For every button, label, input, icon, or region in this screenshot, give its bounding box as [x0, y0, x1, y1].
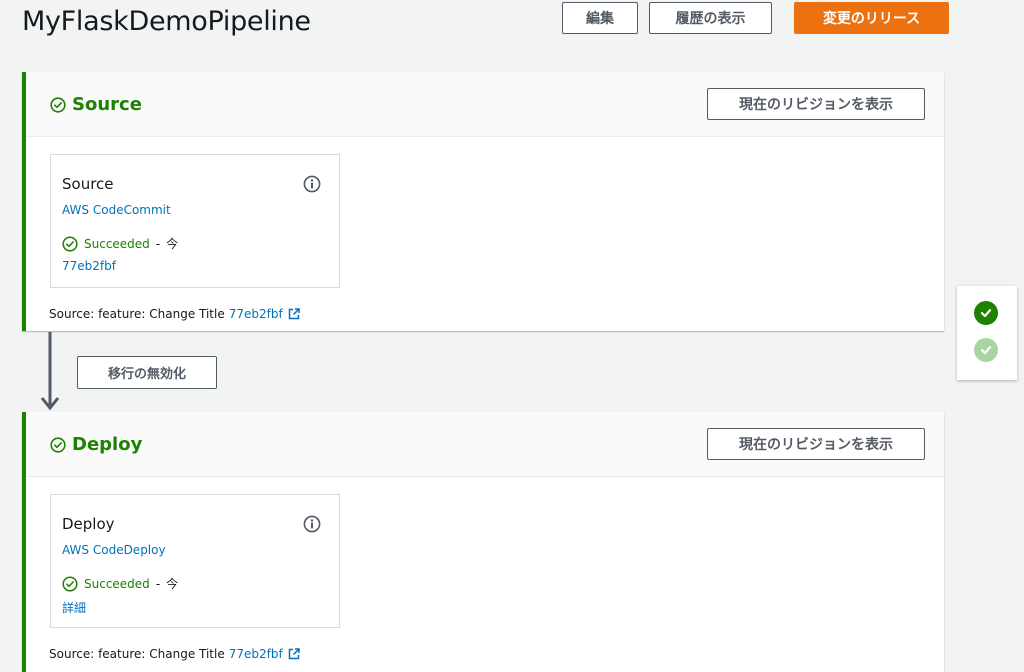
action-name: Deploy	[62, 515, 115, 533]
revision-link[interactable]: 77eb2fbf	[229, 647, 283, 661]
stage-name: Deploy	[72, 434, 143, 455]
view-history-button[interactable]: 履歴の表示	[649, 2, 772, 34]
stage-header: Source 現在のリビジョンを表示	[26, 72, 944, 137]
check-circle-icon	[50, 96, 66, 113]
info-icon[interactable]	[303, 175, 321, 193]
footer-text: Source: feature: Change Title	[49, 307, 225, 321]
stage-footer: Source: feature: Change Title 77eb2fbf	[49, 647, 301, 661]
stage-header: Deploy 現在のリビジョンを表示	[26, 412, 944, 477]
commit-id-link[interactable]: 77eb2fbf	[62, 259, 116, 273]
revision-link[interactable]: 77eb2fbf	[229, 307, 283, 321]
action-status: Succeeded - 今	[62, 575, 178, 592]
stage-source: Source 現在のリビジョンを表示 Source AWS CodeCommit…	[22, 72, 944, 331]
edit-button[interactable]: 編集	[562, 2, 638, 34]
action-card: Source AWS CodeCommit Succeeded - 今 77eb…	[50, 154, 340, 288]
footer-text: Source: feature: Change Title	[49, 647, 225, 661]
check-circle-icon	[62, 235, 78, 252]
stage-footer: Source: feature: Change Title 77eb2fbf	[49, 307, 301, 321]
check-filled-light-icon[interactable]	[974, 338, 998, 362]
check-circle-icon	[62, 575, 78, 592]
view-current-revision-button[interactable]: 現在のリビジョンを表示	[707, 428, 925, 460]
status-separator: -	[155, 576, 161, 591]
stage-status-overview	[957, 286, 1017, 380]
details-link[interactable]: 詳細	[62, 599, 86, 616]
provider-link[interactable]: AWS CodeDeploy	[62, 543, 166, 557]
page-title: MyFlaskDemoPipeline	[22, 6, 311, 37]
status-time: 今	[166, 577, 179, 591]
stage-deploy: Deploy 現在のリビジョンを表示 Deploy AWS CodeDeploy…	[22, 412, 944, 672]
external-link-icon[interactable]	[287, 647, 301, 661]
stage-name: Source	[72, 94, 142, 115]
action-status: Succeeded - 今	[62, 235, 178, 252]
check-filled-icon[interactable]	[974, 301, 998, 325]
status-text: Succeeded	[84, 236, 150, 251]
check-circle-icon	[50, 436, 66, 453]
action-card: Deploy AWS CodeDeploy Succeeded - 今 詳細	[50, 494, 340, 628]
release-change-button[interactable]: 変更のリリース	[794, 2, 949, 34]
status-text: Succeeded	[84, 576, 150, 591]
external-link-icon[interactable]	[287, 307, 301, 321]
status-separator: -	[155, 236, 161, 251]
provider-link[interactable]: AWS CodeCommit	[62, 203, 171, 217]
status-time: 今	[166, 237, 179, 251]
disable-transition-button[interactable]: 移行の無効化	[77, 356, 217, 389]
info-icon[interactable]	[303, 515, 321, 533]
stage-title: Source	[50, 94, 142, 115]
stage-title: Deploy	[50, 434, 142, 455]
action-name: Source	[62, 175, 114, 193]
arrow-down-icon	[40, 332, 60, 411]
view-current-revision-button[interactable]: 現在のリビジョンを表示	[707, 88, 925, 120]
